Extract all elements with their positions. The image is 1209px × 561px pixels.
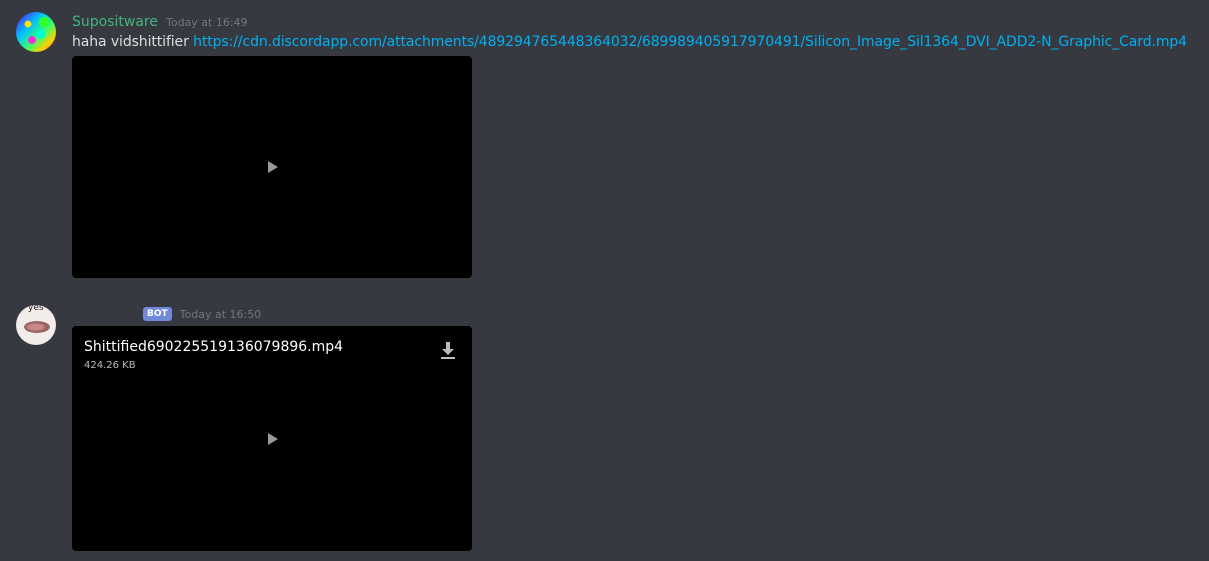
download-icon[interactable]: [440, 342, 456, 360]
bot-avatar[interactable]: yes: [16, 305, 56, 345]
attachment-filename[interactable]: Shittified690225519136079896.mp4: [84, 339, 343, 355]
message-header: Supositware Today at 16:49: [72, 12, 248, 32]
avatar-caption: yes: [28, 305, 44, 313]
user-avatar[interactable]: [16, 12, 56, 52]
message-link[interactable]: https://cdn.discordapp.com/attachments/4…: [193, 34, 1187, 50]
message-text: haha vidshittifier: [72, 34, 194, 50]
message-content: haha vidshittifier https://cdn.discordap…: [72, 34, 1187, 50]
username[interactable]: Supositware: [72, 14, 158, 30]
bot-badge: BOT: [143, 307, 172, 321]
video-attachment[interactable]: Shittified690225519136079896.mp4 424.26 …: [72, 326, 472, 551]
video-player[interactable]: [72, 56, 472, 278]
attachment-filesize: 424.26 KB: [84, 360, 136, 371]
timestamp: Today at 16:50: [179, 307, 262, 321]
play-icon[interactable]: [268, 161, 278, 173]
timestamp: Today at 16:49: [165, 15, 248, 29]
cat-eyes-icon: [24, 321, 50, 333]
message-header: BOT Today at 16:50: [135, 304, 261, 324]
play-icon[interactable]: [268, 433, 278, 445]
